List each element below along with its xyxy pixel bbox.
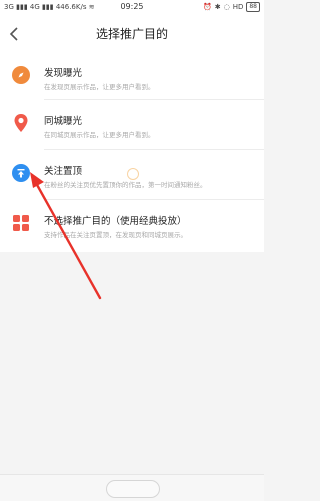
option-icon — [11, 163, 31, 183]
alarm-icon: ⏰ — [203, 3, 212, 11]
option-icon — [11, 65, 31, 85]
option-description: 支持作品在关注页置顶，在发现页和同城页展示。 — [44, 231, 187, 239]
pin-top-icon — [12, 164, 30, 182]
option-icon — [11, 113, 31, 133]
option-local-exposure[interactable]: 同城曝光 在同城页展示作品，让更多用户看到。 — [0, 100, 264, 150]
network-type: HD — [232, 3, 244, 11]
option-title: 关注置顶 — [44, 166, 83, 177]
battery-indicator: 88 — [246, 2, 260, 12]
option-title: 不选择推广目的（使用经典投放） — [44, 216, 187, 227]
status-right: ⏰ ✱ ◌ HD 88 — [203, 2, 260, 12]
page-title: 选择推广目的 — [95, 27, 168, 41]
option-discover-exposure[interactable]: 发现曝光 在发现页展示作品，让更多用户看到。 — [0, 52, 264, 100]
status-bar: 3G ▮▮▮ 4G ▮▮▮ 446.6K/s ≋ 09:25 ⏰ ✱ ◌ HD … — [0, 0, 264, 16]
option-title: 发现曝光 — [44, 68, 83, 79]
bluetooth-icon: ✱ — [214, 3, 221, 11]
sound-icon: ◌ — [223, 3, 230, 11]
purpose-list: 发现曝光 在发现页展示作品，让更多用户看到。 同城曝光 在同城页展示作品，让更多… — [0, 52, 264, 252]
option-classic-delivery[interactable]: 不选择推广目的（使用经典投放） 支持作品在关注页置顶，在发现页和同城页展示。 — [0, 200, 264, 252]
home-button[interactable] — [106, 480, 160, 498]
header: 选择推广目的 — [0, 16, 264, 52]
compass-icon — [12, 66, 30, 84]
option-icon — [11, 213, 31, 233]
option-description: 在粉丝的关注页优先置顶你的作品，第一时间通知粉丝。 — [44, 181, 207, 189]
option-title: 同城曝光 — [44, 116, 83, 127]
loading-spinner-icon — [127, 168, 139, 180]
navigation-bar — [0, 474, 264, 501]
option-description: 在发现页展示作品，让更多用户看到。 — [44, 83, 155, 91]
location-pin-icon — [14, 114, 28, 132]
grid-icon — [13, 215, 29, 231]
empty-area — [0, 252, 264, 474]
option-description: 在同城页展示作品，让更多用户看到。 — [44, 131, 155, 139]
